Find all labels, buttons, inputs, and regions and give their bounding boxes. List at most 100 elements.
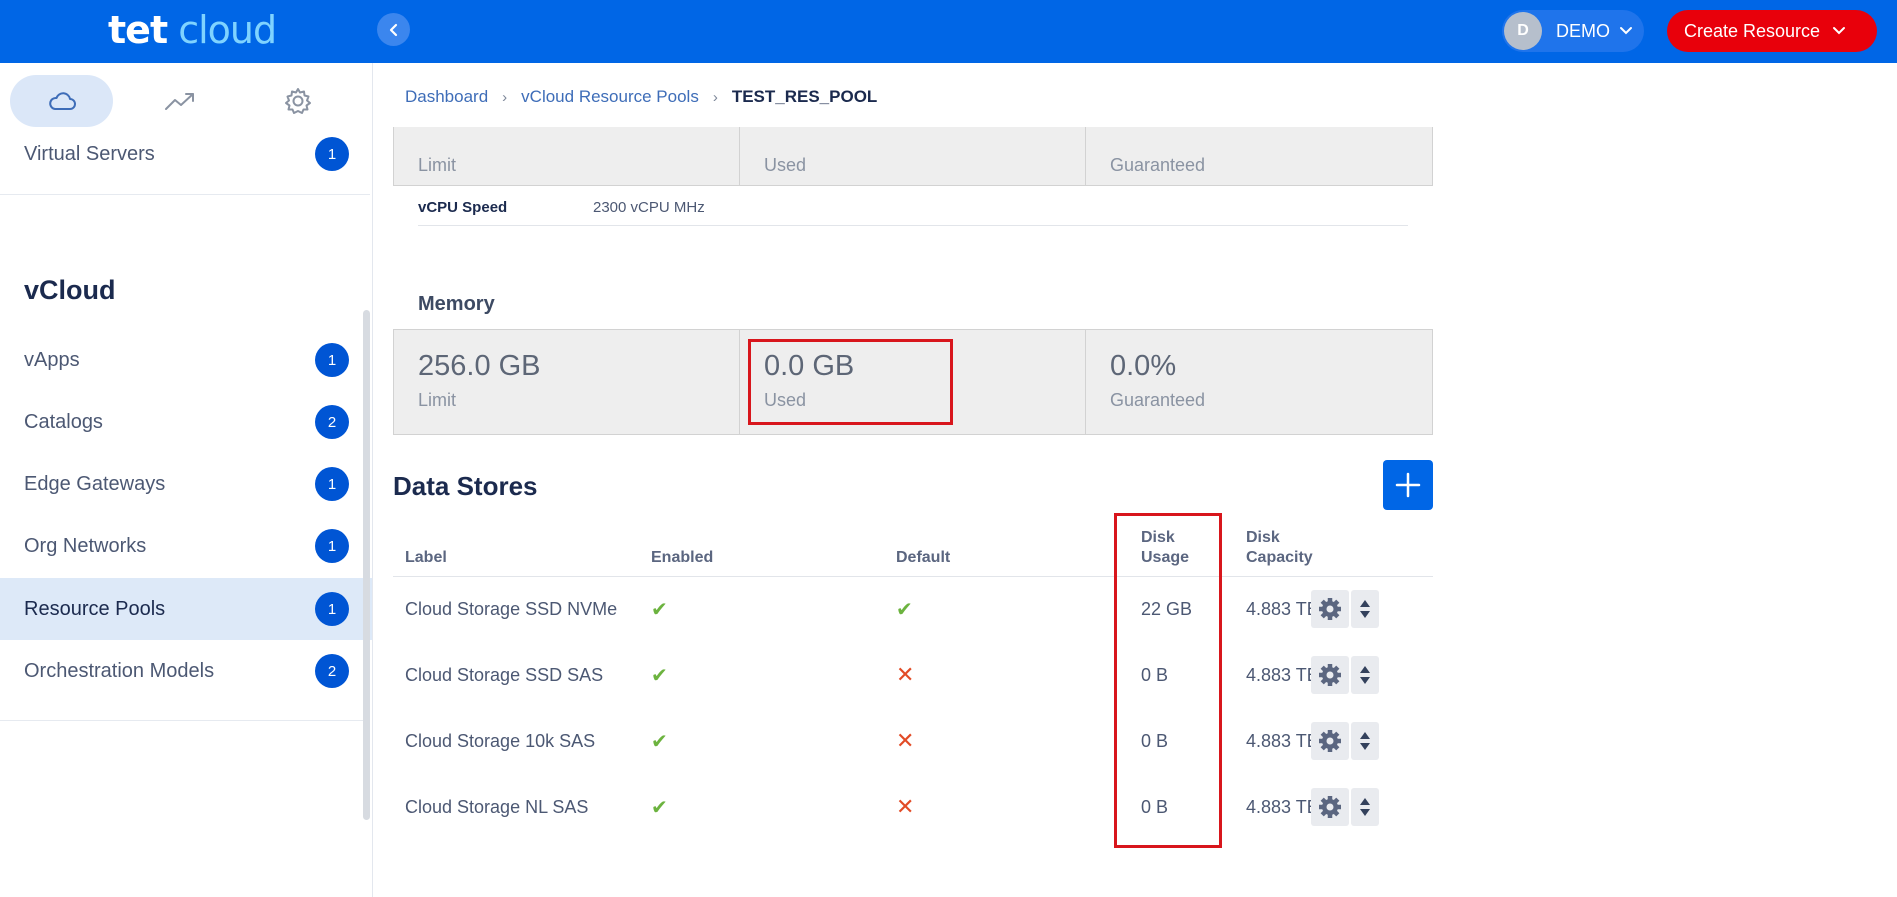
sidebar-divider bbox=[0, 194, 370, 195]
tab-statistics[interactable] bbox=[128, 75, 231, 127]
stat-label: Guaranteed bbox=[1110, 390, 1206, 410]
row-settings-button[interactable] bbox=[1311, 656, 1349, 694]
disk-capacity-value: 4.883 TB bbox=[1246, 796, 1319, 817]
breadcrumb-bar: Dashboard › vCloud Resource Pools › TEST… bbox=[373, 63, 1897, 127]
gear-icon bbox=[1319, 664, 1341, 686]
breadcrumb-resource-pools[interactable]: vCloud Resource Pools bbox=[521, 87, 699, 107]
cross-icon: ✕ bbox=[896, 794, 915, 819]
sidebar-item-label: vApps bbox=[24, 348, 80, 371]
user-menu[interactable]: D DEMO bbox=[1502, 10, 1644, 52]
sidebar-item-label: Org Networks bbox=[24, 534, 147, 557]
create-resource-button[interactable]: Create Resource bbox=[1667, 10, 1877, 52]
stat-label: Used bbox=[764, 390, 807, 410]
data-stores-title: Data Stores bbox=[393, 471, 538, 501]
sidebar-item-label: Resource Pools bbox=[24, 597, 166, 620]
check-icon: ✔ bbox=[651, 796, 668, 819]
table-row: Cloud Storage SSD NVMe ✔ ✔ 22 GB 4.883 T… bbox=[393, 576, 1433, 642]
check-icon: ✔ bbox=[651, 598, 668, 621]
breadcrumb-dashboard[interactable]: Dashboard bbox=[405, 87, 488, 107]
disk-capacity-value: 4.883 TB bbox=[1246, 664, 1319, 685]
check-icon: ✔ bbox=[651, 730, 668, 753]
disk-usage-value: 22 GB bbox=[1141, 598, 1193, 619]
breadcrumb: Dashboard › vCloud Resource Pools › TEST… bbox=[405, 87, 877, 107]
tab-cloud[interactable] bbox=[10, 75, 113, 127]
column-header-default: Default bbox=[896, 549, 951, 566]
chevron-right-icon: › bbox=[712, 88, 718, 106]
row-settings-button[interactable] bbox=[1311, 788, 1349, 826]
tab-settings[interactable] bbox=[246, 75, 349, 127]
add-datastore-button[interactable] bbox=[1383, 460, 1433, 510]
sort-icon bbox=[1360, 600, 1370, 618]
breadcrumb-current: TEST_RES_POOL bbox=[731, 87, 878, 106]
row-settings-button[interactable] bbox=[1311, 722, 1349, 760]
sidebar-item-catalogs[interactable]: Catalogs 2 bbox=[0, 391, 372, 453]
table-row: Cloud Storage NL SAS ✔ ✕ 0 B 4.883 TB bbox=[393, 774, 1433, 840]
row-reorder-button[interactable] bbox=[1351, 590, 1379, 628]
gear-icon bbox=[1319, 598, 1341, 620]
sidebar-item-label: Orchestration Models bbox=[24, 659, 215, 682]
datastore-label: Cloud Storage 10k SAS bbox=[405, 730, 596, 751]
plus-icon bbox=[1395, 472, 1421, 498]
cloud-icon bbox=[48, 92, 76, 110]
check-icon: ✔ bbox=[651, 664, 668, 687]
stat-label: Used bbox=[764, 155, 807, 175]
sidebar-item-label: Edge Gateways bbox=[24, 472, 166, 495]
tet-cloud-logo[interactable]: tet cloud bbox=[108, 8, 277, 52]
vcpu-speed-label: vCPU Speed bbox=[418, 199, 508, 216]
vcpu-speed-row: vCPU Speed 2300 vCPU MHz bbox=[418, 186, 1408, 226]
stat-value: 0.0 GB bbox=[764, 350, 855, 382]
sort-icon bbox=[1360, 666, 1370, 684]
stat-label: Limit bbox=[418, 390, 457, 410]
row-reorder-button[interactable] bbox=[1351, 788, 1379, 826]
disk-usage-value: 0 B bbox=[1141, 730, 1169, 751]
memory-title: Memory bbox=[418, 293, 495, 315]
stat-value: 0.0% bbox=[1110, 350, 1177, 382]
sidebar-item-resource-pools[interactable]: Resource Pools 1 bbox=[0, 578, 372, 640]
create-resource-label: Create Resource bbox=[1684, 20, 1821, 41]
row-reorder-button[interactable] bbox=[1351, 656, 1379, 694]
check-icon: ✔ bbox=[896, 598, 913, 621]
disk-capacity-value: 4.883 TB bbox=[1246, 598, 1319, 619]
memory-guaranteed-cell: 0.0% Guaranteed bbox=[1086, 330, 1432, 434]
trend-icon bbox=[164, 93, 194, 110]
sidebar-item-edge-gateways[interactable]: Edge Gateways 1 bbox=[0, 453, 372, 515]
gear-icon bbox=[1319, 796, 1341, 818]
sidebar-item-org-networks[interactable]: Org Networks 1 bbox=[0, 515, 372, 577]
datastore-label: Cloud Storage SSD NVMe bbox=[405, 598, 618, 619]
row-reorder-button[interactable] bbox=[1351, 722, 1379, 760]
count-badge: 1 bbox=[315, 343, 349, 377]
column-header-text: Disk bbox=[1141, 529, 1175, 546]
disk-usage-value: 0 B bbox=[1141, 796, 1169, 817]
chevron-left-icon bbox=[389, 23, 397, 36]
table-row: Cloud Storage SSD SAS ✔ ✕ 0 B 4.883 TB bbox=[393, 642, 1433, 708]
sidebar-item-label: Virtual Servers bbox=[24, 142, 155, 165]
sidebar-item-virtual-servers[interactable]: Virtual Servers 1 bbox=[0, 123, 372, 185]
chevron-right-icon: › bbox=[502, 88, 508, 106]
sidebar-item-vapps[interactable]: vApps 1 bbox=[0, 329, 372, 391]
memory-used-cell: 0.0 GB Used bbox=[740, 330, 1086, 434]
count-badge: 1 bbox=[315, 467, 349, 501]
count-badge: 1 bbox=[315, 529, 349, 563]
sort-icon bbox=[1360, 798, 1370, 816]
collapse-sidebar-button[interactable] bbox=[377, 13, 410, 46]
column-header-text: Capacity bbox=[1246, 549, 1313, 566]
sidebar-section-title: vCloud bbox=[24, 275, 116, 305]
count-badge: 1 bbox=[315, 592, 349, 626]
stat-label: Limit bbox=[418, 155, 457, 175]
sidebar-divider bbox=[0, 720, 370, 721]
row-settings-button[interactable] bbox=[1311, 590, 1349, 628]
column-header-text: Usage bbox=[1141, 549, 1190, 566]
sidebar-scrollbar[interactable] bbox=[363, 310, 370, 820]
user-name: DEMO bbox=[1556, 20, 1610, 41]
column-header-label: Label bbox=[405, 549, 447, 566]
sidebar-item-orchestration-models[interactable]: Orchestration Models 2 bbox=[0, 640, 372, 702]
cross-icon: ✕ bbox=[896, 662, 915, 687]
stat-value: 256.0 GB bbox=[418, 350, 541, 382]
vcpu-speed-value: 2300 vCPU MHz bbox=[593, 199, 705, 216]
sort-icon bbox=[1360, 732, 1370, 750]
stat-label: Guaranteed bbox=[1110, 155, 1206, 175]
logo-tet-text: tet bbox=[108, 8, 168, 52]
cross-icon: ✕ bbox=[896, 728, 915, 753]
avatar: D bbox=[1504, 12, 1542, 50]
memory-limit-cell: 256.0 GB Limit bbox=[394, 330, 740, 434]
